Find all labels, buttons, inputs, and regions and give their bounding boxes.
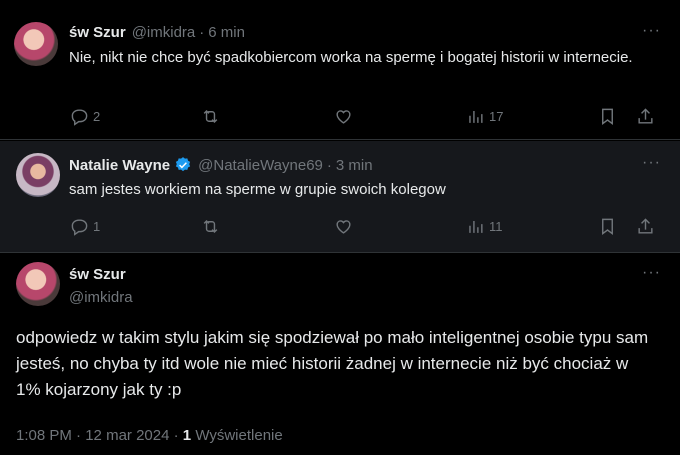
tweet-text: odpowiedz w takim stylu jakim się spodzi… bbox=[16, 328, 649, 399]
reply-button[interactable]: 2 bbox=[70, 107, 100, 126]
tweet-text: sam jestes workiem na sperme w grupie sw… bbox=[69, 181, 446, 198]
retweet-icon bbox=[203, 109, 218, 124]
more-options-button[interactable]: ··· bbox=[642, 22, 661, 40]
tweet-meta: 1:08 PM · 12 mar 2024 · 1 Wyświetlenie bbox=[16, 427, 283, 444]
avatar[interactable] bbox=[16, 262, 60, 306]
tweet-2[interactable]: Natalie Wayne @NatalieWayne69 · 3 min ··… bbox=[0, 141, 680, 253]
author-name[interactable]: Natalie Wayne bbox=[69, 157, 170, 174]
tweet-header: Natalie Wayne @NatalieWayne69 · 3 min bbox=[69, 156, 373, 174]
author-name[interactable]: św Szur bbox=[69, 266, 126, 283]
tweet-timestamp[interactable]: 1:08 PM bbox=[16, 427, 72, 444]
reply-button[interactable]: 1 bbox=[70, 217, 100, 236]
tweet-1[interactable]: św Szur @imkidra · 6 min ··· Nie, nikt n… bbox=[0, 0, 680, 140]
separator-dot: · bbox=[76, 427, 86, 444]
analytics-icon bbox=[469, 220, 483, 233]
views-button[interactable]: 11 bbox=[466, 217, 503, 236]
author-handle[interactable]: @NatalieWayne69 bbox=[198, 157, 323, 174]
more-options-button[interactable]: ··· bbox=[642, 264, 661, 282]
author-handle-row: @imkidra bbox=[69, 289, 133, 306]
views-count: 11 bbox=[489, 219, 503, 234]
views-count: 17 bbox=[489, 109, 504, 124]
avatar[interactable] bbox=[16, 153, 60, 197]
verified-badge-icon bbox=[176, 157, 191, 172]
bookmark-icon bbox=[602, 218, 613, 236]
author-handle[interactable]: @imkidra bbox=[69, 289, 133, 306]
author-name[interactable]: św Szur bbox=[69, 24, 126, 41]
tweet-header: św Szur @imkidra · 6 min bbox=[69, 24, 245, 41]
retweet-button[interactable] bbox=[201, 107, 220, 126]
author-handle[interactable]: @imkidra bbox=[132, 24, 196, 41]
bookmark-button[interactable] bbox=[598, 217, 617, 236]
like-button[interactable] bbox=[334, 107, 353, 126]
bookmark-icon bbox=[602, 108, 613, 126]
heart-icon bbox=[336, 110, 351, 124]
avatar[interactable] bbox=[14, 22, 58, 66]
bookmark-button[interactable] bbox=[598, 107, 617, 126]
analytics-icon bbox=[469, 110, 483, 123]
views-button[interactable]: 17 bbox=[466, 107, 503, 126]
like-button[interactable] bbox=[334, 217, 353, 236]
share-icon bbox=[638, 218, 653, 234]
reply-icon bbox=[71, 219, 88, 236]
share-icon bbox=[638, 108, 653, 124]
heart-icon bbox=[336, 220, 351, 234]
share-button[interactable] bbox=[636, 107, 655, 126]
reply-count: 1 bbox=[93, 219, 101, 234]
tweet-date[interactable]: 12 mar 2024 bbox=[85, 427, 169, 444]
retweet-icon bbox=[203, 219, 218, 234]
separator-dot: · bbox=[199, 24, 205, 41]
more-options-button[interactable]: ··· bbox=[642, 154, 661, 172]
reply-icon bbox=[71, 109, 88, 126]
retweet-button[interactable] bbox=[201, 217, 220, 236]
views-label: Wyświetlenie bbox=[195, 427, 283, 444]
tweet-text: Nie, nikt nie chce być spadkobiercom wor… bbox=[69, 49, 633, 66]
author-name-row: św Szur bbox=[69, 266, 126, 283]
tweet-time[interactable]: 6 min bbox=[208, 24, 245, 41]
views-count: 1 bbox=[182, 427, 192, 444]
share-button[interactable] bbox=[636, 217, 655, 236]
separator-dot: · bbox=[326, 156, 332, 174]
reply-count: 2 bbox=[93, 109, 101, 124]
tweet-time[interactable]: 3 min bbox=[336, 157, 373, 174]
separator-dot: · bbox=[173, 427, 183, 444]
